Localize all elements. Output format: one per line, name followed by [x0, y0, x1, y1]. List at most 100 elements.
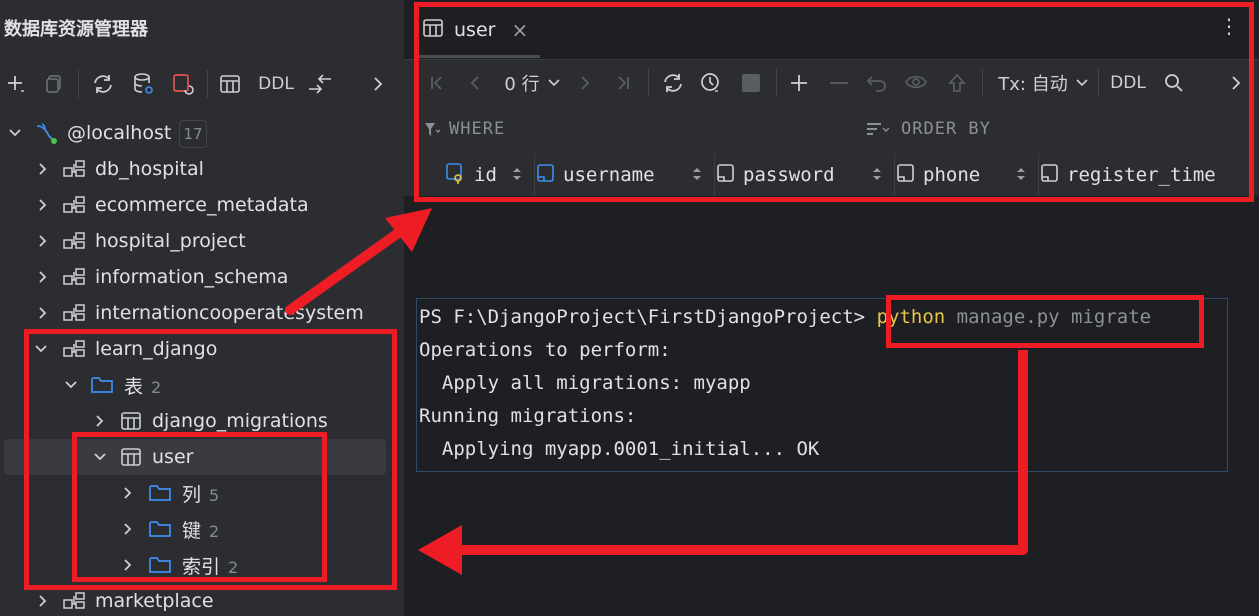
tree-node-tables-folder[interactable]: 表2: [0, 367, 404, 403]
tree-node-database[interactable]: hospital_project: [0, 223, 404, 259]
undo-icon[interactable]: [862, 60, 892, 106]
database-label: ecommerce_metadata: [95, 194, 309, 216]
sort-toggle-icon[interactable]: [512, 166, 522, 185]
refresh-icon[interactable]: [658, 60, 688, 106]
column-header[interactable]: register_time: [1039, 154, 1252, 196]
chevron-right-icon[interactable]: [36, 270, 50, 284]
editor-tabbar: user × ⋮: [404, 0, 1259, 58]
chevron-right-icon[interactable]: [36, 594, 50, 608]
folder-label: 索引: [182, 555, 221, 578]
database-label: marketplace: [95, 590, 214, 612]
folder-icon: [148, 519, 172, 539]
close-icon[interactable]: ×: [511, 18, 528, 42]
folder-icon: [90, 375, 114, 395]
tree-node-folder[interactable]: 键2: [0, 511, 404, 547]
chevron-down-icon[interactable]: [34, 342, 48, 356]
column-icon: [1039, 162, 1061, 189]
folder-count: 2: [228, 557, 239, 577]
chevron-right-icon[interactable]: [1226, 60, 1246, 106]
table-icon[interactable]: [215, 62, 245, 106]
tab-user[interactable]: user ×: [422, 8, 528, 52]
mysql-icon: [34, 120, 60, 146]
chevron-down-icon[interactable]: [93, 450, 107, 464]
sort-toggle-icon[interactable]: [1016, 166, 1026, 185]
tables-folder-label: 表: [124, 375, 144, 398]
folder-label: 列: [182, 483, 202, 506]
chevron-right-icon[interactable]: [36, 306, 50, 320]
chevron-right-icon[interactable]: [121, 522, 135, 536]
folder-label: 键: [182, 519, 202, 542]
column-icon: [715, 162, 737, 189]
column-icon: [535, 162, 557, 189]
column-name: register_time: [1067, 164, 1216, 186]
terminal-output: PS F:\DjangoProject\FirstDjangoProject> …: [416, 298, 1228, 472]
table-icon: [120, 447, 142, 467]
schema-icon: [62, 194, 86, 216]
terminal-prompt: PS F:\DjangoProject\FirstDjangoProject>: [419, 306, 877, 328]
sort-toggle-icon[interactable]: [692, 166, 702, 185]
chevron-right-icon[interactable]: [36, 234, 50, 248]
plus-icon[interactable]: [2, 62, 30, 106]
terminal-line: Operations to perform:: [419, 339, 671, 361]
terminal-line: Running migrations:: [419, 405, 637, 427]
database-label: hospital_project: [95, 230, 246, 252]
column-header[interactable]: username: [535, 154, 715, 196]
column-header-row: id username password phone register_time: [404, 154, 1259, 196]
where-filter-input[interactable]: WHERE: [449, 119, 505, 139]
previous-page-icon[interactable]: [460, 60, 490, 106]
chevron-down-icon[interactable]: [64, 378, 78, 392]
rows-dropdown[interactable]: 0 行: [502, 60, 562, 106]
refresh-icon[interactable]: [88, 62, 118, 106]
more-vertical-icon[interactable]: ⋮: [1219, 14, 1239, 38]
chevron-right-icon[interactable]: [93, 414, 107, 428]
chevron-right-icon[interactable]: [36, 198, 50, 212]
ddl-button[interactable]: DDL: [256, 62, 296, 106]
tree-node-database[interactable]: information_schema: [0, 259, 404, 295]
column-icon: [895, 162, 917, 189]
stop-refresh-icon[interactable]: [168, 62, 198, 106]
order-by-input[interactable]: ORDER BY: [901, 119, 991, 139]
database-gear-icon[interactable]: [128, 62, 158, 106]
transaction-mode-dropdown[interactable]: Tx: 自动: [998, 60, 1088, 106]
eye-icon[interactable]: [902, 60, 932, 106]
tree-node-table-django-migrations[interactable]: django_migrations: [0, 403, 404, 439]
chevron-right-icon[interactable]: [121, 486, 135, 500]
jump-to-icon[interactable]: [304, 62, 336, 106]
plus-icon[interactable]: [784, 60, 814, 106]
ddl-button[interactable]: DDL: [1108, 60, 1148, 106]
column-header[interactable]: password: [715, 154, 895, 196]
first-page-icon[interactable]: [422, 60, 452, 106]
chevron-down-icon[interactable]: [8, 126, 22, 140]
tree-node-table-user[interactable]: user: [4, 439, 386, 475]
chevron-right-icon[interactable]: [121, 558, 135, 572]
tree-node-database[interactable]: internationcooperatesystem: [0, 295, 404, 331]
rows-label: 0 行: [504, 74, 540, 95]
filter-icon[interactable]: [424, 121, 442, 144]
active-tab-indicator: [418, 55, 540, 58]
folder-icon: [148, 483, 172, 503]
tree-node-folder[interactable]: 列5: [0, 475, 404, 511]
database-explorer-panel: 数据库资源管理器 DDL @localhost 17 db_hospital e…: [0, 0, 404, 616]
sort-icon[interactable]: [866, 122, 890, 143]
chevron-right-icon[interactable]: [36, 162, 50, 176]
minus-icon[interactable]: [824, 60, 854, 106]
clock-icon[interactable]: [696, 60, 726, 106]
tree-node-folder[interactable]: 索引 2: [0, 547, 404, 583]
tree-node-database[interactable]: ecommerce_metadata: [0, 187, 404, 223]
column-header[interactable]: phone: [895, 154, 1039, 196]
submit-arrow-up-icon[interactable]: [942, 60, 972, 106]
tree-node-database[interactable]: learn_django: [0, 331, 404, 367]
search-icon[interactable]: [1160, 60, 1188, 106]
tree-node-database-marketplace[interactable]: marketplace: [0, 583, 404, 616]
copy-icon[interactable]: [40, 62, 68, 106]
tree-node-connection[interactable]: @localhost 17: [0, 115, 404, 151]
column-header[interactable]: id: [444, 154, 535, 196]
last-page-icon[interactable]: [608, 60, 638, 106]
database-label: db_hospital: [95, 158, 204, 180]
tree-node-database[interactable]: db_hospital: [0, 151, 404, 187]
stop-icon[interactable]: [736, 60, 766, 106]
next-page-icon[interactable]: [570, 60, 600, 106]
database-label: internationcooperatesystem: [95, 302, 364, 324]
sort-toggle-icon[interactable]: [872, 166, 882, 185]
chevron-right-icon[interactable]: [366, 62, 390, 106]
